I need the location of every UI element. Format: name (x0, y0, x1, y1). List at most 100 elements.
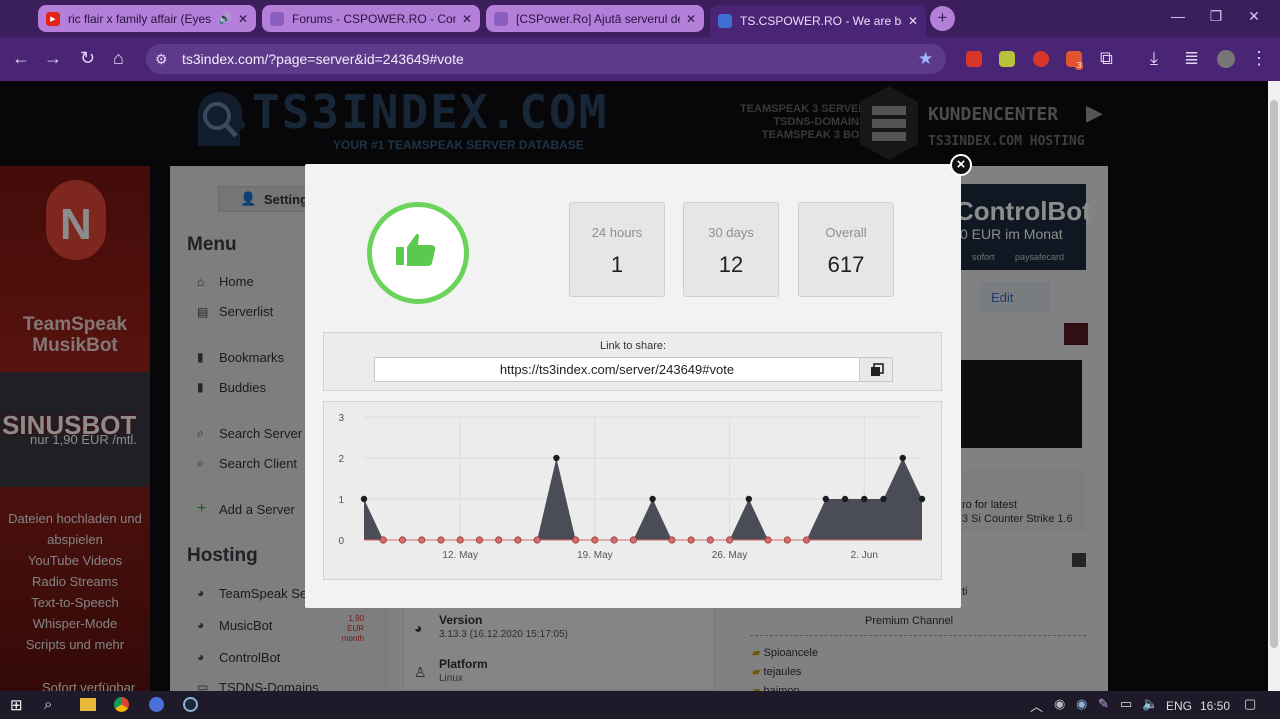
data-point (360, 495, 368, 503)
tab-title: Forums - CSPOWER.RO - Comu (292, 11, 456, 26)
data-point (899, 454, 906, 462)
stat-value: 617 (827, 252, 865, 277)
url-text[interactable]: ts3index.com/?page=server&id=243649#vote (182, 51, 464, 67)
tab-title: [CSPower.Ro] Ajută serverul de (516, 11, 680, 26)
volume-icon[interactable]: 🔈 (1142, 696, 1158, 712)
y-tick-label: 3 (338, 413, 344, 424)
data-point (475, 536, 484, 544)
minimize-button[interactable]: — (1158, 8, 1198, 24)
tray-steam-icon[interactable]: ◉ (1076, 696, 1087, 712)
network-icon[interactable]: ▭ (1120, 696, 1132, 712)
data-point (668, 536, 676, 544)
close-window-button[interactable]: ✕ (1234, 8, 1274, 25)
clock[interactable]: 16:50 (1200, 699, 1230, 713)
menu-dots-icon[interactable]: ⋮ (1250, 48, 1268, 69)
x-tick-label: 26. May (712, 550, 748, 561)
data-point (514, 536, 522, 544)
data-point (610, 536, 618, 544)
stat-value: 12 (718, 252, 744, 277)
data-point (822, 495, 829, 503)
x-tick-label: 2. Jun (851, 550, 878, 561)
extension-block-icon[interactable] (1033, 51, 1049, 67)
data-point (687, 536, 695, 544)
data-point (880, 495, 887, 503)
data-point (783, 536, 791, 544)
bookmark-star-icon[interactable]: ★ (918, 49, 933, 69)
audio-icon: 🔊 (218, 13, 232, 25)
maximize-button[interactable]: ❐ (1196, 8, 1236, 25)
site-info-icon[interactable]: ⚙ (155, 51, 168, 68)
browser-tab[interactable]: TS.CSPOWER.RO - We are back ✕ (710, 5, 926, 37)
tab-title: ric flair x family affair (Eyes (68, 11, 212, 26)
data-point (629, 536, 637, 544)
youtube-favicon-icon: ▶ (46, 11, 60, 26)
scrollbar-thumb[interactable] (1270, 100, 1278, 648)
data-point (861, 495, 868, 503)
tray-chevron-icon[interactable]: ︿ (1030, 696, 1043, 715)
vote-chart-svg: 0 1 2 3 12. May 19. May 26. May 2. Jun (338, 413, 926, 561)
chrome-icon[interactable] (114, 697, 129, 712)
data-point (456, 536, 464, 544)
data-point (706, 536, 714, 544)
back-icon[interactable]: ← (12, 48, 30, 69)
data-point (918, 495, 926, 503)
data-point (533, 536, 541, 544)
stat-30-days: 30 days 12 (683, 202, 779, 297)
data-point (745, 495, 753, 503)
y-tick-label: 2 (338, 454, 344, 465)
search-icon[interactable]: ⌕ (44, 696, 52, 713)
browser-tab[interactable]: Forums - CSPOWER.RO - Comu ✕ (262, 5, 480, 32)
download-icon[interactable]: ⤓ (1150, 48, 1158, 69)
data-point (841, 495, 849, 503)
x-tick-label: 19. May (577, 550, 613, 561)
tray-app-icon[interactable]: ◉ (1054, 696, 1065, 712)
stat-label: Overall (825, 225, 867, 240)
vote-chart: 0 1 2 3 12. May 19. May 26. May 2. Jun (323, 401, 942, 580)
close-modal-button[interactable]: × (950, 154, 972, 176)
steam-icon[interactable] (183, 697, 198, 712)
data-point (398, 536, 407, 544)
close-tab-icon: ✕ (461, 11, 472, 26)
tray-pen-icon[interactable]: ✎ (1098, 696, 1109, 712)
data-point (495, 536, 503, 544)
copy-button[interactable] (859, 357, 893, 382)
y-tick-label: 1 (338, 495, 344, 506)
reload-icon[interactable]: ↻ (80, 48, 95, 69)
home-icon[interactable]: ⌂ (113, 48, 124, 69)
file-explorer-icon[interactable] (80, 698, 96, 711)
data-point (649, 495, 656, 503)
close-tab-icon: ✕ (907, 14, 918, 28)
share-url-input[interactable]: https://ts3index.com/server/243649#vote (374, 357, 860, 382)
data-point (725, 536, 734, 544)
y-tick-label: 0 (338, 536, 344, 547)
stat-24-hours: 24 hours 1 (569, 202, 665, 297)
extension-badge-count: 3 (1075, 61, 1084, 70)
notification-icon[interactable]: ▢ (1244, 696, 1256, 712)
windows-start-icon[interactable]: ⊞ (10, 696, 23, 714)
csp-favicon-icon (270, 11, 284, 26)
data-point (418, 536, 426, 544)
new-tab-button[interactable]: + (930, 6, 955, 31)
media-control-icon[interactable]: ≣ (1184, 48, 1199, 69)
data-point (572, 536, 580, 544)
extensions-puzzle-icon[interactable]: ⧉ (1100, 48, 1113, 69)
data-point (379, 536, 387, 544)
globe-favicon-icon (718, 14, 732, 28)
close-tab-icon: ✕ (685, 11, 696, 26)
browser-tab[interactable]: [CSPower.Ro] Ajută serverul de ✕ (486, 5, 704, 32)
language-indicator[interactable]: ENG (1166, 699, 1192, 713)
extension-key-icon[interactable] (999, 51, 1015, 67)
share-label: Link to share: (600, 340, 667, 352)
app-icon[interactable] (149, 697, 164, 712)
forward-icon[interactable]: → (44, 48, 62, 69)
avatar[interactable] (1217, 50, 1235, 68)
data-point (553, 454, 560, 462)
close-tab-icon: ✕ (237, 11, 248, 26)
data-point (802, 536, 811, 544)
browser-tab[interactable]: ▶ ric flair x family affair (Eyes 🔊 ✕ (38, 5, 256, 32)
csp-favicon-icon (494, 11, 508, 26)
x-tick-label: 12. May (442, 550, 478, 561)
extension-shield-icon[interactable] (966, 51, 982, 67)
data-point (764, 536, 772, 544)
thumbs-up-icon (396, 233, 436, 266)
